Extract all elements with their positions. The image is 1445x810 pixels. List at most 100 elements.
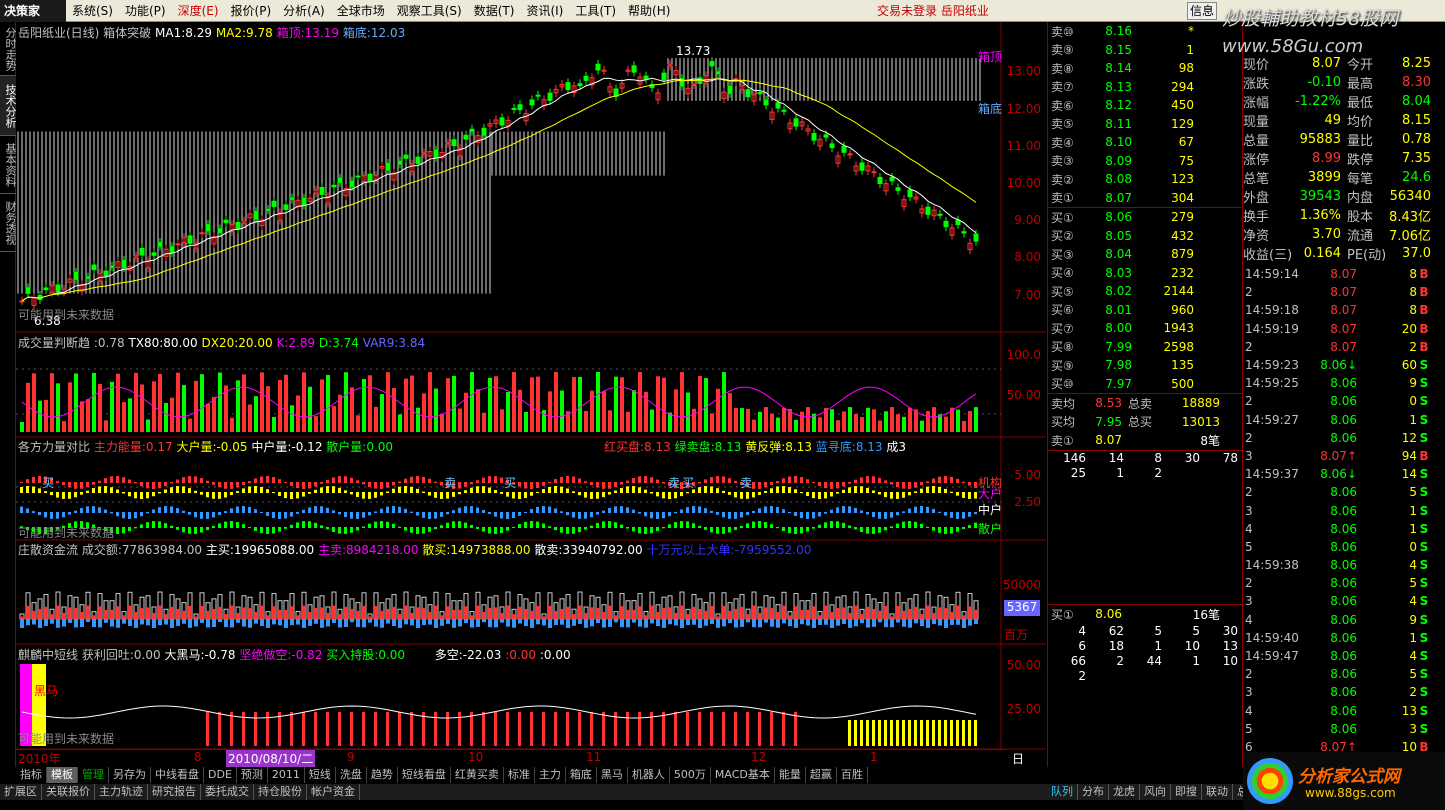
axis-tick: 50.00 [1006,658,1041,672]
big-darkhorse: 大黑马:-0.78 [164,648,236,662]
right-tab[interactable]: 龙虎 [1109,784,1140,800]
menu-function[interactable]: 功能(P) [119,2,172,19]
zl-energy: 主力能量:0.17 [93,440,173,454]
formula-tab[interactable]: 百胜 [837,767,868,783]
extension-tab[interactable]: 关联报价 [42,784,95,800]
formula-tab[interactable]: 标准 [504,767,535,783]
formula-tab[interactable]: 能量 [775,767,806,783]
tick-row: 5 8.06 0 S [1245,539,1429,554]
main-buy: 主买:19965088.00 [205,543,315,557]
sell-signal: 卖 [444,476,457,490]
menu-system[interactable]: 系统(S) [66,2,119,19]
right-tab[interactable]: 联动 [1202,784,1233,800]
info-button[interactable]: 信息 [1187,2,1217,20]
right-tab[interactable]: 即搜 [1171,784,1202,800]
buy-level[interactable]: 买② 8.05 432 [1048,227,1242,246]
axis-tick: 50000 [1002,578,1041,592]
yellow-rebound: 黄反弹:8.13 [745,440,812,454]
sell-level[interactable]: 卖⑧ 8.14 98 [1048,59,1242,78]
extension-tab[interactable]: 持仓股份 [254,784,307,800]
side-tabs: 分时走势 技术分析 基本资料 财务透视 [0,22,17,767]
tab-intraday[interactable]: 分时走势 [0,22,17,76]
formula-tab[interactable]: 洗盘 [336,767,367,783]
sell1-detail-row: 卖① 8.07 8笔 [1051,433,1220,448]
right-tab[interactable]: 风向 [1140,784,1171,800]
sell-level[interactable]: 卖⑦ 8.13 294 [1048,78,1242,97]
buy-level[interactable]: 买① 8.06 279 [1048,208,1242,227]
menu-news[interactable]: 资讯(I) [520,2,569,19]
sell-level[interactable]: 卖③ 8.09 75 [1048,152,1242,171]
tab-fundamentals[interactable]: 基本资料 [0,136,17,194]
menu-quote[interactable]: 报价(P) [225,2,278,19]
quote-row: 涨跌 -0.10 最高 8.30 [1243,75,1431,92]
main-sell: 主卖:8984218.00 [317,543,419,557]
sell-level[interactable]: 卖④ 8.10 67 [1048,133,1242,152]
menu-data[interactable]: 数据(T) [468,2,521,19]
formula-tab[interactable]: 管理 [78,767,109,783]
formula-tab[interactable]: 红黄买卖 [451,767,504,783]
formula-tab[interactable]: 预测 [237,767,268,783]
tick-row: 14:59:19 8.07 20 B [1245,321,1429,336]
zero-1: :0.00 [505,648,537,662]
formula-tab[interactable]: 箱底 [566,767,597,783]
menu-global[interactable]: 全球市场 [331,2,391,19]
sell-level[interactable]: 卖⑥ 8.12 450 [1048,96,1242,115]
sell-level[interactable]: 卖② 8.08 123 [1048,170,1242,189]
menu-tools[interactable]: 工具(T) [569,2,622,19]
right-tab[interactable]: 分布 [1078,784,1109,800]
extension-tab[interactable]: 帐户资金 [307,784,360,800]
formula-tab[interactable]: 机器人 [628,767,670,783]
formula-tab[interactable]: MACD基本 [711,767,775,783]
buy-level[interactable]: 买⑤ 8.02 2144 [1048,282,1242,301]
red-buy: 红买盘:8.13 [604,440,671,454]
tick-row: 14:59:23 8.06↓ 60 S [1245,358,1429,373]
axis-tick: 12.00 [1006,102,1041,116]
tick-list[interactable]: 14:59:14 8.07 8 B 2 8.07 8 B 14:59:18 8.07 8 B 14:59… [1243,265,1445,765]
right-tab[interactable]: 队列 [1047,784,1078,800]
buy-level[interactable]: 买⑥ 8.01 960 [1048,301,1242,320]
quote-row: 净资 3.70 流通 7.06亿 [1243,227,1431,244]
menu-depth[interactable]: 深度(E) [172,2,225,19]
sell-level[interactable]: 卖⑨ 8.15 1 [1048,41,1242,60]
formula-tab[interactable]: 模板 [47,767,78,783]
quote-row: 总量 95883 量比 0.78 [1243,132,1431,149]
menu-analysis[interactable]: 分析(A) [277,2,331,19]
formula-tab[interactable]: 短线看盘 [398,767,451,783]
buy-signal: 买 [42,476,55,490]
sell-level[interactable]: 卖① 8.07 304 [1048,189,1242,208]
tab-technical[interactable]: 技术分析 [0,76,17,136]
formula-tab[interactable]: 中线看盘 [151,767,204,783]
formula-tab[interactable]: 主力 [535,767,566,783]
formula-tab[interactable]: 另存为 [109,767,151,783]
formula-tab[interactable]: 短线 [305,767,336,783]
buy-level[interactable]: 买⑨ 7.98 135 [1048,356,1242,375]
menu-help[interactable]: 帮助(H) [622,2,676,19]
extension-tab[interactable]: 委托成交 [201,784,254,800]
formula-tab[interactable]: 指标 [16,767,47,783]
extension-tab[interactable]: 研究报告 [148,784,201,800]
buy-level[interactable]: 买③ 8.04 879 [1048,245,1242,264]
month-8: 8 [194,750,202,764]
sell-level[interactable]: 卖⑩ 8.16 * [1048,22,1242,41]
extension-tab[interactable]: 主力轨迹 [95,784,148,800]
formula-tab[interactable]: 黑马 [597,767,628,783]
time-axis: 2010年 8 2010/08/10/二 9 10 11 12 1 日线 [16,749,1024,783]
menu-observe[interactable]: 观察工具(S) [391,2,468,19]
queue-row: 25 1 2 [1070,465,1162,480]
extension-tabs: 扩展区关联报价主力轨迹研究报告委托成交持仓股份帐户资金队列分布龙虎风向即搜联动总… [0,784,1445,800]
formula-tab[interactable]: 500万 [670,767,711,783]
formula-tab[interactable]: DDE [204,767,237,783]
buy-level[interactable]: 买⑦ 8.00 1943 [1048,319,1242,338]
year-label: 2010年 [18,752,61,766]
buy-level[interactable]: 买④ 8.03 232 [1048,264,1242,283]
formula-tab[interactable]: 超赢 [806,767,837,783]
formula-tab[interactable]: 2011 [268,767,305,783]
dx20: DX20:20.00 [201,336,273,350]
tab-financials[interactable]: 财务透视 [0,194,17,252]
buy-level[interactable]: 买⑧ 7.99 2598 [1048,338,1242,357]
extension-tab[interactable]: 扩展区 [0,784,42,800]
buy-level[interactable]: 买⑩ 7.97 500 [1048,375,1242,394]
formula-tab[interactable]: 趋势 [367,767,398,783]
sell-level[interactable]: 卖⑤ 8.11 129 [1048,115,1242,134]
zero-2: :0.00 [539,648,571,662]
